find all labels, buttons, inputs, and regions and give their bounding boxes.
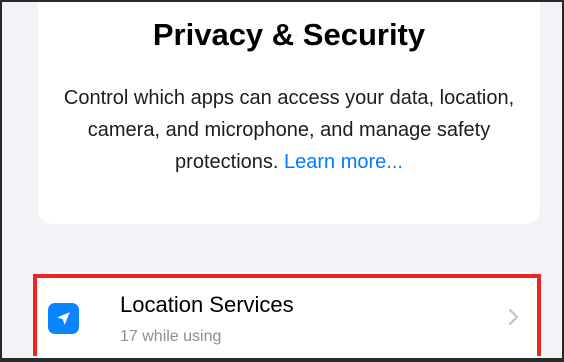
privacy-header-card: Privacy & Security Control which apps ca… bbox=[38, 2, 540, 224]
location-services-icon bbox=[48, 303, 79, 334]
location-services-status: 17 while using bbox=[120, 328, 222, 345]
settings-screen: Privacy & Security Control which apps ca… bbox=[2, 2, 562, 358]
location-arrow-icon bbox=[57, 312, 70, 325]
learn-more-link[interactable]: Learn more... bbox=[284, 151, 403, 173]
page-title: Privacy & Security bbox=[152, 17, 426, 52]
chevron-right-icon bbox=[508, 308, 519, 326]
location-services-row[interactable]: Location Services 17 while using bbox=[38, 272, 540, 358]
settings-list: Location Services 17 while using bbox=[38, 272, 540, 358]
page-description: Control which apps can access your data,… bbox=[62, 82, 516, 178]
location-services-label: Location Services bbox=[120, 292, 294, 317]
